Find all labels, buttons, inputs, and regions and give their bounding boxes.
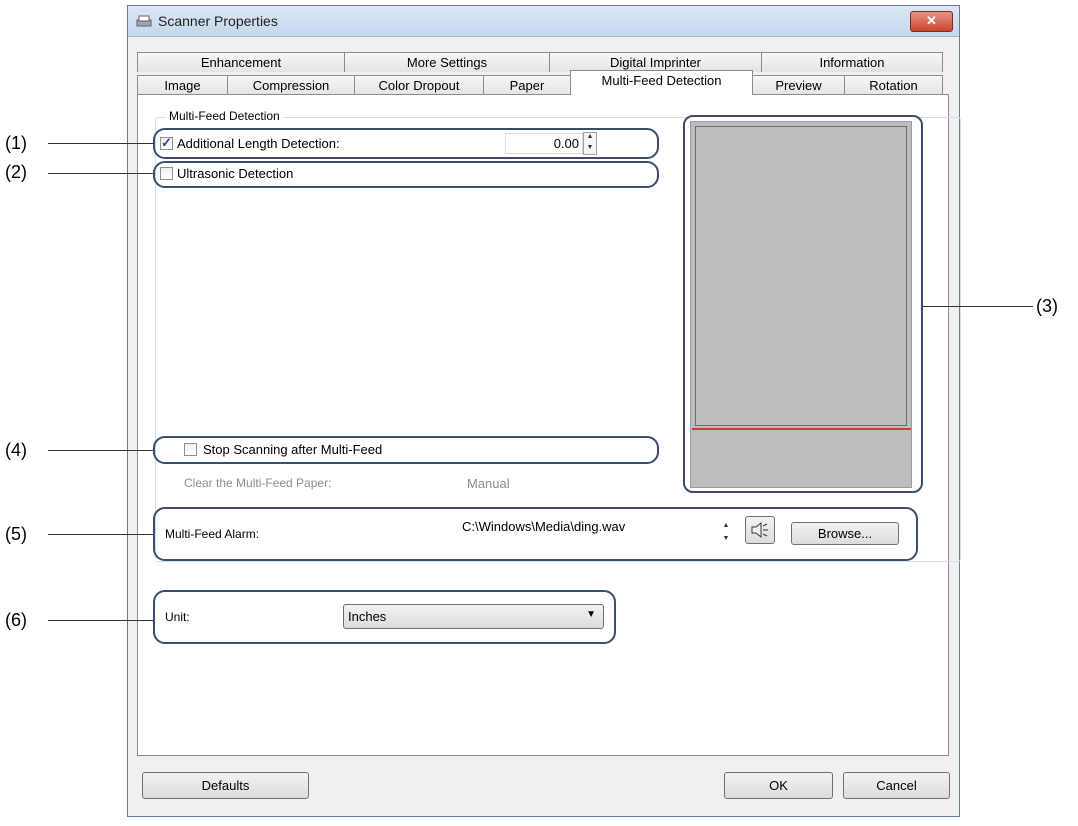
tab-multi-feed-detection[interactable]: Multi-Feed Detection <box>570 70 753 95</box>
browse-button[interactable]: Browse... <box>791 522 899 545</box>
tab-label: Multi-Feed Detection <box>601 73 722 88</box>
spin-up-icon[interactable]: ▲ <box>584 133 596 144</box>
tab-label: More Settings <box>406 55 488 70</box>
tab-label: Enhancement <box>200 55 282 70</box>
group-label: Multi-Feed Detection <box>166 109 283 123</box>
title-bar[interactable]: Scanner Properties ✕ <box>128 6 959 37</box>
tab-preview[interactable]: Preview <box>752 75 845 95</box>
callout-number-5: (5) <box>5 524 27 544</box>
window-title: Scanner Properties <box>158 13 278 29</box>
spin-down-icon[interactable]: ▼ <box>720 532 732 545</box>
tab-label: Paper <box>509 78 545 93</box>
clear-paper-value: Manual <box>467 476 510 491</box>
stop-scanning-label: Stop Scanning after Multi-Feed <box>203 442 383 457</box>
tab-label: Information <box>819 55 885 70</box>
tab-label: Compression <box>252 78 330 93</box>
close-icon: ✕ <box>926 13 937 28</box>
defaults-label: Defaults <box>201 778 250 793</box>
tab-color-dropout[interactable]: Color Dropout <box>354 75 484 95</box>
spin-down-icon[interactable]: ▼ <box>584 144 596 155</box>
tab-label: Image <box>164 78 201 93</box>
callout-line-1 <box>48 143 153 144</box>
tab-paper[interactable]: Paper <box>483 75 571 95</box>
ok-label: OK <box>769 778 788 793</box>
additional-length-spinner[interactable]: ▲ ▼ <box>583 132 597 155</box>
alarm-path-field[interactable]: C:\Windows\Media\ding.wav <box>460 516 714 538</box>
scanner-icon <box>136 15 152 27</box>
callout-number-4: (4) <box>5 440 27 460</box>
speaker-icon <box>751 521 768 539</box>
tab-information[interactable]: Information <box>761 52 943 72</box>
callout-number-6: (6) <box>5 610 27 630</box>
spin-up-icon[interactable]: ▲ <box>720 519 732 532</box>
play-sound-button[interactable] <box>745 516 775 544</box>
callout-number-2: (2) <box>5 162 27 182</box>
callout-line-6 <box>48 620 153 621</box>
tab-image[interactable]: Image <box>137 75 228 95</box>
tab-label: Preview <box>775 78 822 93</box>
additional-length-label: Additional Length Detection: <box>177 136 340 151</box>
callout-number-1: (1) <box>5 133 27 153</box>
callout-line-4 <box>48 450 153 451</box>
ultrasonic-label: Ultrasonic Detection <box>177 166 294 181</box>
tab-more-settings[interactable]: More Settings <box>344 52 550 72</box>
ultrasonic-checkbox[interactable] <box>160 167 173 180</box>
tab-enhancement[interactable]: Enhancement <box>137 52 345 72</box>
checkmark-icon: ✓ <box>161 135 172 150</box>
multi-feed-length-line[interactable] <box>692 428 911 430</box>
unit-select[interactable]: Inches ▼ <box>343 604 604 629</box>
tab-label: Color Dropout <box>378 78 460 93</box>
clear-paper-label: Clear the Multi-Feed Paper: <box>184 476 332 490</box>
ok-button[interactable]: OK <box>724 772 833 799</box>
additional-length-value: 0.00 <box>553 136 579 151</box>
chevron-down-icon: ▼ <box>586 609 596 620</box>
preview-page <box>695 126 907 426</box>
unit-selected: Inches <box>348 609 387 624</box>
callout-line-5 <box>48 534 153 535</box>
alarm-path-value: C:\Windows\Media\ding.wav <box>462 519 626 534</box>
close-button[interactable]: ✕ <box>910 11 953 32</box>
tab-compression[interactable]: Compression <box>227 75 355 95</box>
alarm-spinner[interactable]: ▲ ▼ <box>719 518 733 546</box>
defaults-button[interactable]: Defaults <box>142 772 309 799</box>
tab-label: Rotation <box>869 78 918 93</box>
alarm-label: Multi-Feed Alarm: <box>165 527 260 541</box>
callout-number-3: (3) <box>1036 296 1058 316</box>
additional-length-checkbox[interactable]: ✓ <box>160 135 173 150</box>
callout-line-3 <box>923 306 1033 307</box>
cancel-label: Cancel <box>876 778 917 793</box>
additional-length-field[interactable]: 0.00 <box>505 133 583 154</box>
stop-scanning-checkbox[interactable] <box>184 443 197 456</box>
tab-label: Digital Imprinter <box>609 55 702 70</box>
tab-digital-imprinter[interactable]: Digital Imprinter <box>549 52 762 72</box>
cancel-button[interactable]: Cancel <box>843 772 950 799</box>
tab-rotation[interactable]: Rotation <box>844 75 943 95</box>
browse-label: Browse... <box>817 526 873 541</box>
unit-label: Unit: <box>165 610 190 624</box>
callout-line-2 <box>48 173 153 174</box>
